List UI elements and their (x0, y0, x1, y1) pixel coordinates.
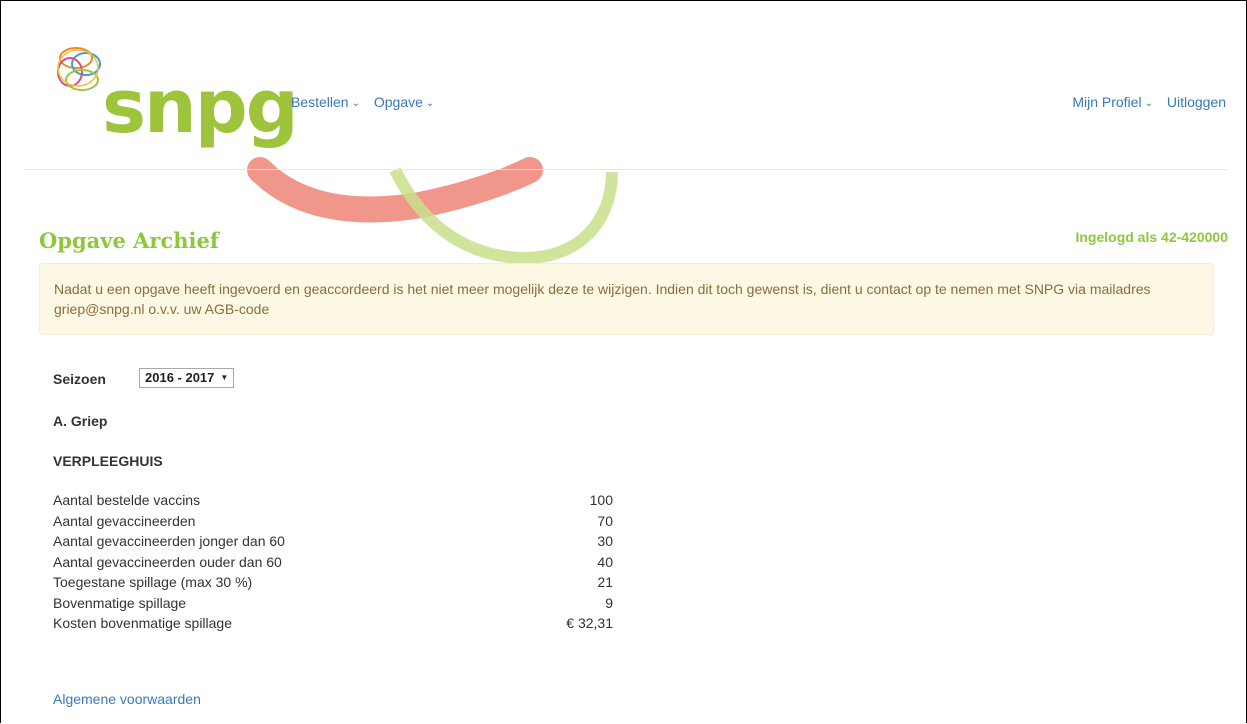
logged-in-status: Ingelogd als 42-420000 (1075, 229, 1228, 245)
season-label: Seizoen (53, 371, 106, 387)
user-nav: Mijn Profiel ⌄ Uitloggen (1062, 94, 1226, 110)
snpg-logo[interactable]: snpg (52, 42, 299, 167)
stat-row: Aantal bestelde vaccins 100 (53, 490, 613, 511)
chevron-down-icon: ⌄ (351, 98, 360, 109)
stat-label: Bovenmatige spillage (53, 594, 187, 611)
stat-value: 40 (597, 553, 613, 570)
season-select[interactable]: 2016 - 2017 ▼ (139, 368, 235, 388)
stat-value: 70 (597, 512, 613, 529)
nav-profile-dropdown[interactable]: Mijn Profiel ⌄ (1072, 94, 1153, 110)
main-nav: Bestellen ⌄ Opgave ⌄ (291, 94, 444, 110)
stat-value: 21 (597, 574, 613, 590)
stat-label: Kosten bovenmatige spillage (53, 615, 233, 631)
stat-value: 9 (605, 594, 613, 611)
stat-value: 100 (589, 492, 613, 508)
chevron-down-icon: ⌄ (425, 98, 435, 109)
stat-label: Toegestane spillage (max 30 %) (53, 574, 253, 590)
stats-table: Aantal bestelde vaccins 100 Aantal gevac… (53, 490, 613, 634)
header-divider (24, 169, 1228, 170)
stat-label: Aantal gevaccineerden jonger dan 60 (53, 533, 285, 549)
nav-bestellen-label: Bestellen (291, 94, 349, 110)
category-heading: VERPLEEGHUIS (53, 453, 163, 469)
section-heading: A. Griep (53, 413, 108, 429)
stat-label: Aantal bestelde vaccins (53, 492, 201, 508)
nav-opgave-dropdown[interactable]: Opgave ⌄ (374, 94, 434, 110)
stat-label: Aantal gevaccineerden ouder dan 60 (53, 553, 282, 570)
terms-link[interactable]: Algemene voorwaarden (53, 691, 201, 707)
stat-row: Toegestane spillage (max 30 %) 21 (53, 572, 613, 593)
chevron-down-icon: ⌄ (1144, 98, 1153, 109)
dropdown-arrow-icon: ▼ (220, 373, 229, 382)
stat-row: Aantal gevaccineerden 70 (53, 511, 613, 532)
nav-profile-label: Mijn Profiel (1072, 94, 1142, 110)
logout-link[interactable]: Uitloggen (1167, 94, 1226, 110)
season-selected-value: 2016 - 2017 (145, 370, 215, 385)
stat-row: Kosten bovenmatige spillage € 32,31 (53, 613, 613, 634)
nav-bestellen-dropdown[interactable]: Bestellen ⌄ (291, 94, 360, 110)
stat-row: Bovenmatige spillage 9 (53, 593, 613, 614)
stat-label: Aantal gevaccineerden (53, 512, 196, 529)
stat-value: 30 (597, 533, 613, 549)
warning-alert: Nadat u een opgave heeft ingevoerd en ge… (39, 263, 1214, 335)
page-title: Opgave Archief (39, 228, 219, 253)
stat-row: Aantal gevaccineerden jonger dan 60 30 (53, 531, 613, 552)
stat-row: Aantal gevaccineerden ouder dan 60 40 (53, 552, 613, 573)
logo-wordmark: snpg (102, 64, 299, 150)
nav-opgave-label: Opgave (373, 94, 423, 110)
stat-value: € 32,31 (566, 615, 613, 631)
